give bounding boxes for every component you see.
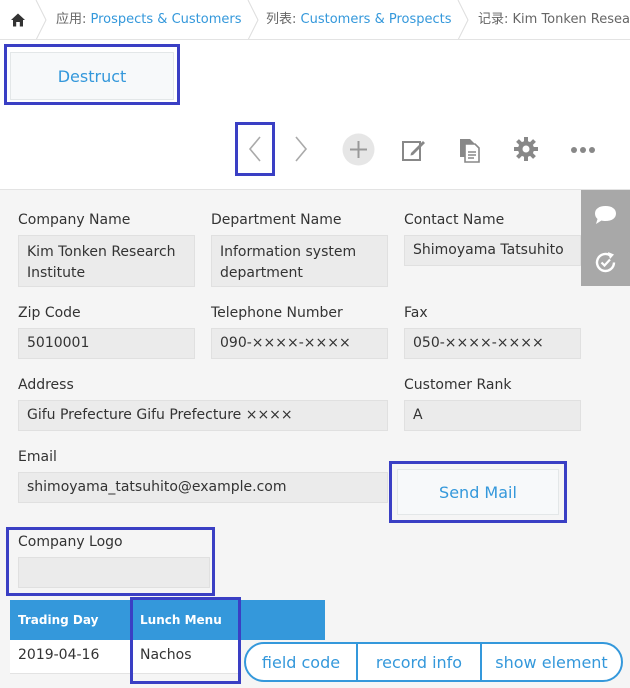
breadcrumb-record: 记录: Kim Tonken Research Institute xyxy=(478,0,630,39)
fax-field: 050-××××-×××× xyxy=(404,328,581,359)
breadcrumb-view[interactable]: 列表: Customers & Prospects xyxy=(266,0,452,39)
email-field: shimoyama_tatsuhito@example.com xyxy=(18,472,388,503)
breadcrumb-separator-icon xyxy=(247,0,259,39)
breadcrumb: 应用: Prospects & Customers 列表: Customers … xyxy=(0,0,630,40)
destruct-button[interactable]: Destruct xyxy=(10,52,174,100)
contact-name-field: Shimoyama Tatsuhito xyxy=(404,235,581,266)
chevron-right-icon[interactable] xyxy=(286,125,316,173)
email-label: Email xyxy=(18,449,57,465)
fax-label: Fax xyxy=(404,305,428,321)
home-icon[interactable] xyxy=(0,0,36,39)
breadcrumb-view-link[interactable]: Customers & Prospects xyxy=(301,12,452,27)
duplicate-icon[interactable] xyxy=(456,136,484,164)
side-panel xyxy=(581,190,630,286)
edit-icon[interactable] xyxy=(400,136,428,164)
contact-name-label: Contact Name xyxy=(404,212,505,228)
record-info-button[interactable]: record info xyxy=(358,644,482,680)
send-mail-button[interactable]: Send Mail xyxy=(397,469,559,515)
chevron-left-icon[interactable] xyxy=(238,125,272,173)
table-header-trading-day: Trading Day xyxy=(10,600,132,640)
add-record-icon[interactable] xyxy=(342,133,375,166)
telephone-label: Telephone Number xyxy=(211,305,343,321)
customer-rank-field: A xyxy=(404,400,581,431)
show-element-button[interactable]: show element xyxy=(482,644,621,680)
address-field: Gifu Prefecture Gifu Prefecture ×××× xyxy=(18,400,388,431)
breadcrumb-separator-icon xyxy=(457,0,469,39)
department-name-field: Information system department xyxy=(211,235,388,287)
telephone-field: 090-××××-×××× xyxy=(211,328,388,359)
history-icon[interactable] xyxy=(593,250,618,279)
table-cell-lunch-menu: Nachos xyxy=(132,640,240,674)
gear-icon[interactable] xyxy=(512,135,540,163)
breadcrumb-record-name: Kim Tonken Research Institute xyxy=(512,12,630,27)
more-icon[interactable] xyxy=(568,140,598,160)
bottom-toolbar: field code record info show element xyxy=(244,642,623,682)
customer-rank-label: Customer Rank xyxy=(404,377,512,393)
company-logo-field xyxy=(18,557,210,588)
table-header-lunch-menu: Lunch Menu xyxy=(132,600,325,640)
address-label: Address xyxy=(18,377,74,393)
company-name-label: Company Name xyxy=(18,212,131,228)
breadcrumb-separator-icon xyxy=(35,0,47,39)
department-name-label: Department Name xyxy=(211,212,342,228)
comment-icon[interactable] xyxy=(593,204,618,230)
company-name-field: Kim Tonken Research Institute xyxy=(18,235,195,287)
table-cell-trading-day: 2019-04-16 xyxy=(10,640,132,674)
field-code-button[interactable]: field code xyxy=(246,644,358,680)
zip-code-label: Zip Code xyxy=(18,305,81,321)
breadcrumb-app[interactable]: 应用: Prospects & Customers xyxy=(56,0,242,39)
zip-code-field: 5010001 xyxy=(18,328,195,359)
breadcrumb-app-link[interactable]: Prospects & Customers xyxy=(91,12,242,27)
company-logo-label: Company Logo xyxy=(18,534,123,550)
